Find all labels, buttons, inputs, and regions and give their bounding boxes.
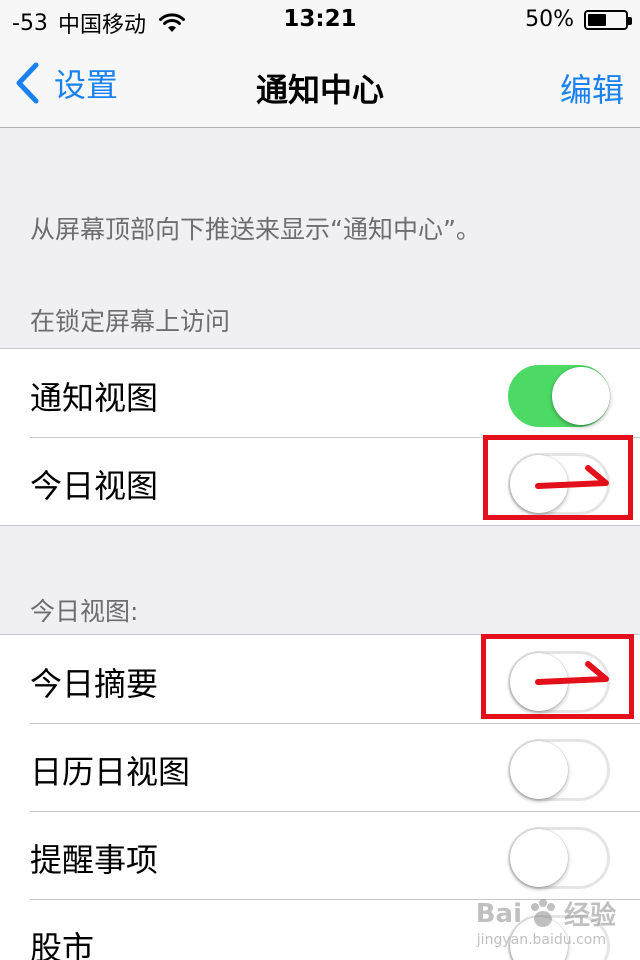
settings-screen: -53 中国移动 13:21 50% 设置 通知中心 编辑 从屏幕顶部向下推送来… — [0, 0, 640, 960]
row-label: 通知视图 — [30, 379, 159, 417]
toggle-knob — [510, 653, 568, 711]
battery-tip — [628, 16, 632, 25]
row-label: 提醒事项 — [30, 841, 159, 879]
section-header-today: 今日视图: — [30, 597, 139, 626]
toggle-knob — [510, 829, 568, 887]
battery-percent: 50% — [525, 7, 574, 32]
stocks-toggle[interactable] — [508, 915, 610, 960]
section-header-lock-screen: 在锁定屏幕上访问 — [30, 307, 231, 336]
status-right: 50% — [525, 7, 632, 32]
battery-icon — [584, 9, 632, 30]
row-label: 今日视图 — [30, 467, 159, 505]
toggle-knob — [552, 367, 610, 425]
page-title: 通知中心 — [255, 71, 384, 109]
status-bar: -53 中国移动 13:21 50% — [0, 0, 640, 40]
edit-button[interactable]: 编辑 — [560, 65, 624, 111]
toggle-knob — [510, 917, 568, 960]
reminders-toggle[interactable] — [508, 827, 610, 889]
today-summary-toggle[interactable] — [508, 651, 610, 713]
row-label: 今日摘要 — [30, 665, 159, 703]
toggle-knob — [510, 741, 568, 799]
description-text: 从屏幕顶部向下推送来显示“通知中心”。 — [30, 215, 481, 244]
notification-view-toggle[interactable] — [508, 365, 610, 427]
navigation-bar: 设置 通知中心 编辑 — [0, 40, 640, 128]
row-notification-view: 通知视图 — [0, 349, 640, 437]
today-group: 今日摘要 日历日视图 提醒事项 股市 — [0, 634, 640, 960]
row-stocks: 股市 — [0, 899, 640, 960]
lock-screen-group: 通知视图 今日视图 — [0, 348, 640, 526]
toggle-knob — [510, 455, 568, 513]
row-calendar-day-view: 日历日视图 — [0, 723, 640, 811]
row-today-view: 今日视图 — [0, 437, 640, 525]
row-label: 日历日视图 — [30, 753, 191, 791]
row-label: 股市 — [30, 929, 95, 960]
row-today-summary: 今日摘要 — [0, 635, 640, 723]
row-reminders: 提醒事项 — [0, 811, 640, 899]
today-view-toggle[interactable] — [508, 453, 610, 515]
calendar-day-view-toggle[interactable] — [508, 739, 610, 801]
battery-fill — [588, 13, 606, 26]
